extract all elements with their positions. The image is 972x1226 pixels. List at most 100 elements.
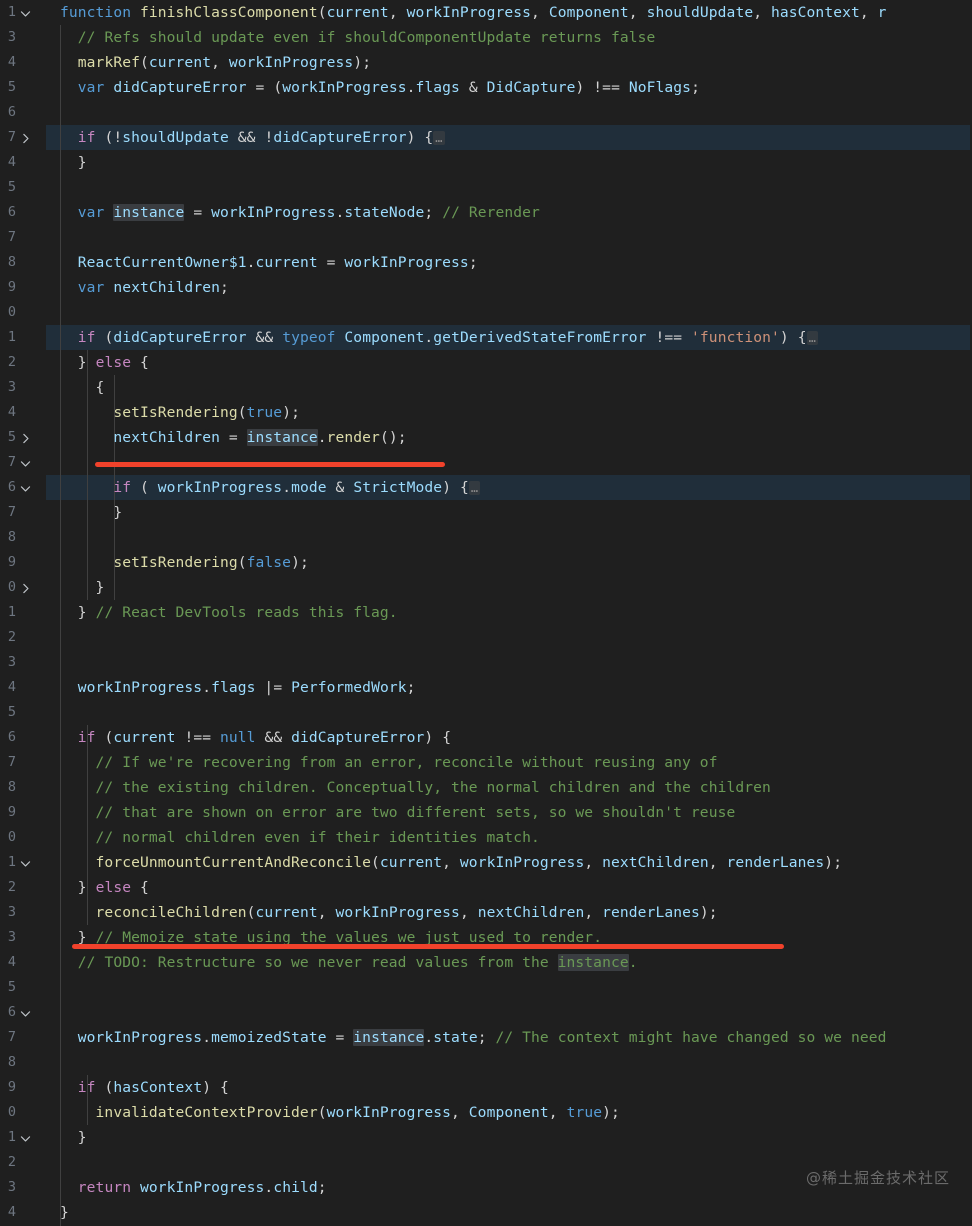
line-number: 8 — [0, 1050, 16, 1075]
code-editor[interactable]: 1345674567890123457678901234567890123345… — [0, 0, 972, 1226]
chevron-right-icon[interactable] — [19, 125, 35, 150]
line-number: 5 — [0, 75, 16, 100]
gutter-row: 4 — [0, 1200, 46, 1225]
code-content[interactable]: function finishClassComponent(current, w… — [46, 0, 972, 1226]
code-line[interactable] — [46, 700, 972, 725]
code-line[interactable]: if (current !== null && didCaptureError)… — [46, 725, 972, 750]
line-number: 6 — [0, 475, 16, 500]
chevron-down-icon[interactable] — [19, 1000, 35, 1025]
code-line-text: var instance = workInProgress.stateNode;… — [46, 200, 540, 225]
code-line[interactable] — [46, 175, 972, 200]
line-number: 4 — [0, 950, 16, 975]
occurrence-highlight: instance — [247, 429, 318, 446]
code-line[interactable] — [46, 625, 972, 650]
line-number: 3 — [0, 900, 16, 925]
line-number: 1 — [0, 600, 16, 625]
fold-ellipsis[interactable]: … — [469, 481, 480, 495]
gutter-row: 7 — [0, 500, 46, 525]
code-line[interactable]: if (!shouldUpdate && !didCaptureError) {… — [46, 125, 972, 150]
gutter-row: 4 — [0, 400, 46, 425]
line-number: 9 — [0, 275, 16, 300]
line-number: 4 — [0, 400, 16, 425]
gutter-row: 3 — [0, 900, 46, 925]
code-line-text: setIsRendering(true); — [46, 400, 300, 425]
code-line[interactable]: // the existing children. Conceptually, … — [46, 775, 972, 800]
code-line-text: } — [46, 150, 87, 175]
line-number: 6 — [0, 200, 16, 225]
line-number: 0 — [0, 1100, 16, 1125]
code-line[interactable]: function finishClassComponent(current, w… — [46, 0, 972, 25]
gutter-row: 0 — [0, 300, 46, 325]
line-number: 1 — [0, 850, 16, 875]
code-line-text: } — [46, 500, 122, 525]
code-line[interactable] — [46, 1050, 972, 1075]
code-line[interactable]: var instance = workInProgress.stateNode;… — [46, 200, 972, 225]
code-line[interactable]: } — [46, 1125, 972, 1150]
line-number: 6 — [0, 100, 16, 125]
line-number: 5 — [0, 975, 16, 1000]
occurrence-highlight: instance — [113, 204, 184, 221]
code-line[interactable]: } — [46, 150, 972, 175]
chevron-right-icon[interactable] — [19, 575, 35, 600]
chevron-down-icon[interactable] — [19, 850, 35, 875]
editor-gutter[interactable]: 1345674567890123457678901234567890123345… — [0, 0, 46, 1226]
chevron-down-icon[interactable] — [19, 0, 35, 25]
code-line-text: workInProgress.flags |= PerformedWork; — [46, 675, 416, 700]
gutter-row: 1 — [0, 1125, 46, 1150]
code-line[interactable]: markRef(current, workInProgress); — [46, 50, 972, 75]
fold-ellipsis[interactable]: … — [807, 331, 818, 345]
code-line-text: if (!shouldUpdate && !didCaptureError) {… — [46, 125, 445, 151]
code-line[interactable]: } else { — [46, 350, 972, 375]
code-line[interactable] — [46, 650, 972, 675]
code-line[interactable]: setIsRendering(false); — [46, 550, 972, 575]
code-line[interactable] — [46, 1000, 972, 1025]
code-line[interactable]: } else { — [46, 875, 972, 900]
code-line-text: } — [46, 575, 104, 600]
code-line[interactable] — [46, 225, 972, 250]
code-line[interactable]: if (didCaptureError && typeof Component.… — [46, 325, 972, 350]
code-line[interactable]: setIsRendering(true); — [46, 400, 972, 425]
line-number: 3 — [0, 650, 16, 675]
code-line[interactable]: } — [46, 500, 972, 525]
line-number: 8 — [0, 775, 16, 800]
code-line[interactable]: forceUnmountCurrentAndReconcile(current,… — [46, 850, 972, 875]
code-line[interactable] — [46, 975, 972, 1000]
line-number: 7 — [0, 125, 16, 150]
code-line[interactable]: workInProgress.flags |= PerformedWork; — [46, 675, 972, 700]
code-line[interactable]: // TODO: Restructure so we never read va… — [46, 950, 972, 975]
fold-ellipsis[interactable]: … — [433, 131, 444, 145]
code-line[interactable] — [46, 525, 972, 550]
code-line-text: markRef(current, workInProgress); — [46, 50, 371, 75]
code-line-text: reconcileChildren(current, workInProgres… — [46, 900, 718, 925]
code-line[interactable]: } — [46, 575, 972, 600]
code-line[interactable]: // normal children even if their identit… — [46, 825, 972, 850]
code-line[interactable]: workInProgress.memoizedState = instance.… — [46, 1025, 972, 1050]
code-line[interactable] — [46, 100, 972, 125]
code-line[interactable]: } // React DevTools reads this flag. — [46, 600, 972, 625]
gutter-row: 7 — [0, 750, 46, 775]
line-number: 2 — [0, 350, 16, 375]
code-line[interactable]: // If we're recovering from an error, re… — [46, 750, 972, 775]
code-line-text: var didCaptureError = (workInProgress.fl… — [46, 75, 700, 100]
chevron-down-icon[interactable] — [19, 475, 35, 500]
chevron-down-icon[interactable] — [19, 450, 35, 475]
code-line[interactable] — [46, 300, 972, 325]
code-line[interactable]: nextChildren = instance.render(); — [46, 425, 972, 450]
code-line[interactable]: } — [46, 1200, 972, 1225]
code-line[interactable]: var nextChildren; — [46, 275, 972, 300]
chevron-down-icon[interactable] — [19, 1125, 35, 1150]
code-line[interactable]: reconcileChildren(current, workInProgres… — [46, 900, 972, 925]
gutter-row: 9 — [0, 550, 46, 575]
code-line[interactable]: var didCaptureError = (workInProgress.fl… — [46, 75, 972, 100]
chevron-right-icon[interactable] — [19, 425, 35, 450]
code-line-text: } else { — [46, 875, 149, 900]
code-line-text: setIsRendering(false); — [46, 550, 309, 575]
code-line[interactable]: { — [46, 375, 972, 400]
code-line[interactable]: if ( workInProgress.mode & StrictMode) {… — [46, 475, 972, 500]
gutter-row: 0 — [0, 1100, 46, 1125]
code-line[interactable]: invalidateContextProvider(workInProgress… — [46, 1100, 972, 1125]
code-line[interactable]: // that are shown on error are two diffe… — [46, 800, 972, 825]
code-line[interactable]: if (hasContext) { — [46, 1075, 972, 1100]
code-line[interactable]: // Refs should update even if shouldComp… — [46, 25, 972, 50]
code-line[interactable]: ReactCurrentOwner$1.current = workInProg… — [46, 250, 972, 275]
